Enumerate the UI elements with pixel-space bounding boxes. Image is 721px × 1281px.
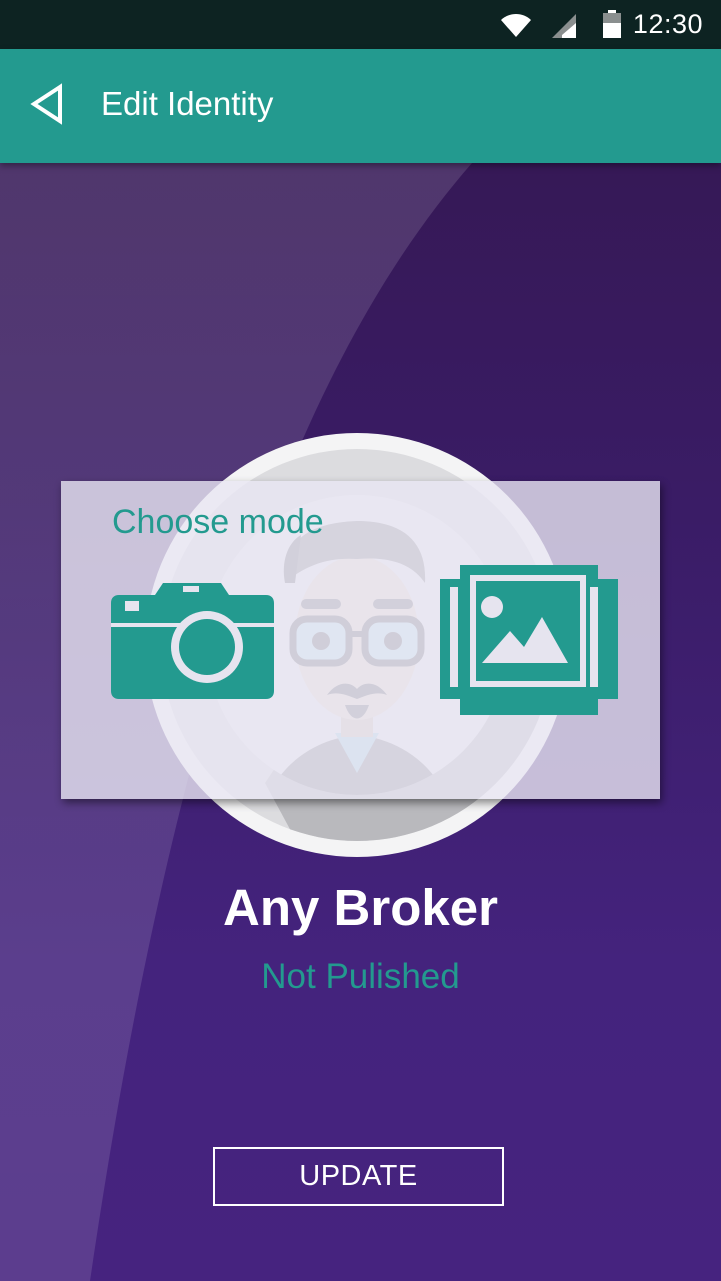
publish-status: Not Pulished [261, 957, 460, 996]
identity-name: Any Broker [223, 879, 498, 936]
back-triangle-icon [30, 83, 62, 125]
page-title: Edit Identity [101, 85, 274, 122]
signal-icon [552, 14, 576, 38]
dialog-title: Choose mode [112, 503, 324, 541]
app-bar: Edit Identity [0, 49, 721, 163]
edit-identity-screen: 12:30 Edit Identity Choose mode Any Brok… [0, 0, 721, 1281]
battery-icon [603, 10, 621, 38]
wifi-icon [501, 14, 531, 37]
status-time: 12:30 [632, 9, 703, 39]
back-button[interactable] [26, 81, 76, 131]
update-button[interactable]: UPDATE [213, 1147, 504, 1206]
camera-option-button[interactable] [111, 583, 274, 699]
status-bar: 12:30 [0, 0, 721, 49]
camera-icon [111, 583, 274, 699]
choose-mode-dialog: Choose mode [61, 481, 660, 799]
gallery-option-button[interactable] [440, 565, 618, 715]
gallery-icon [440, 565, 618, 715]
